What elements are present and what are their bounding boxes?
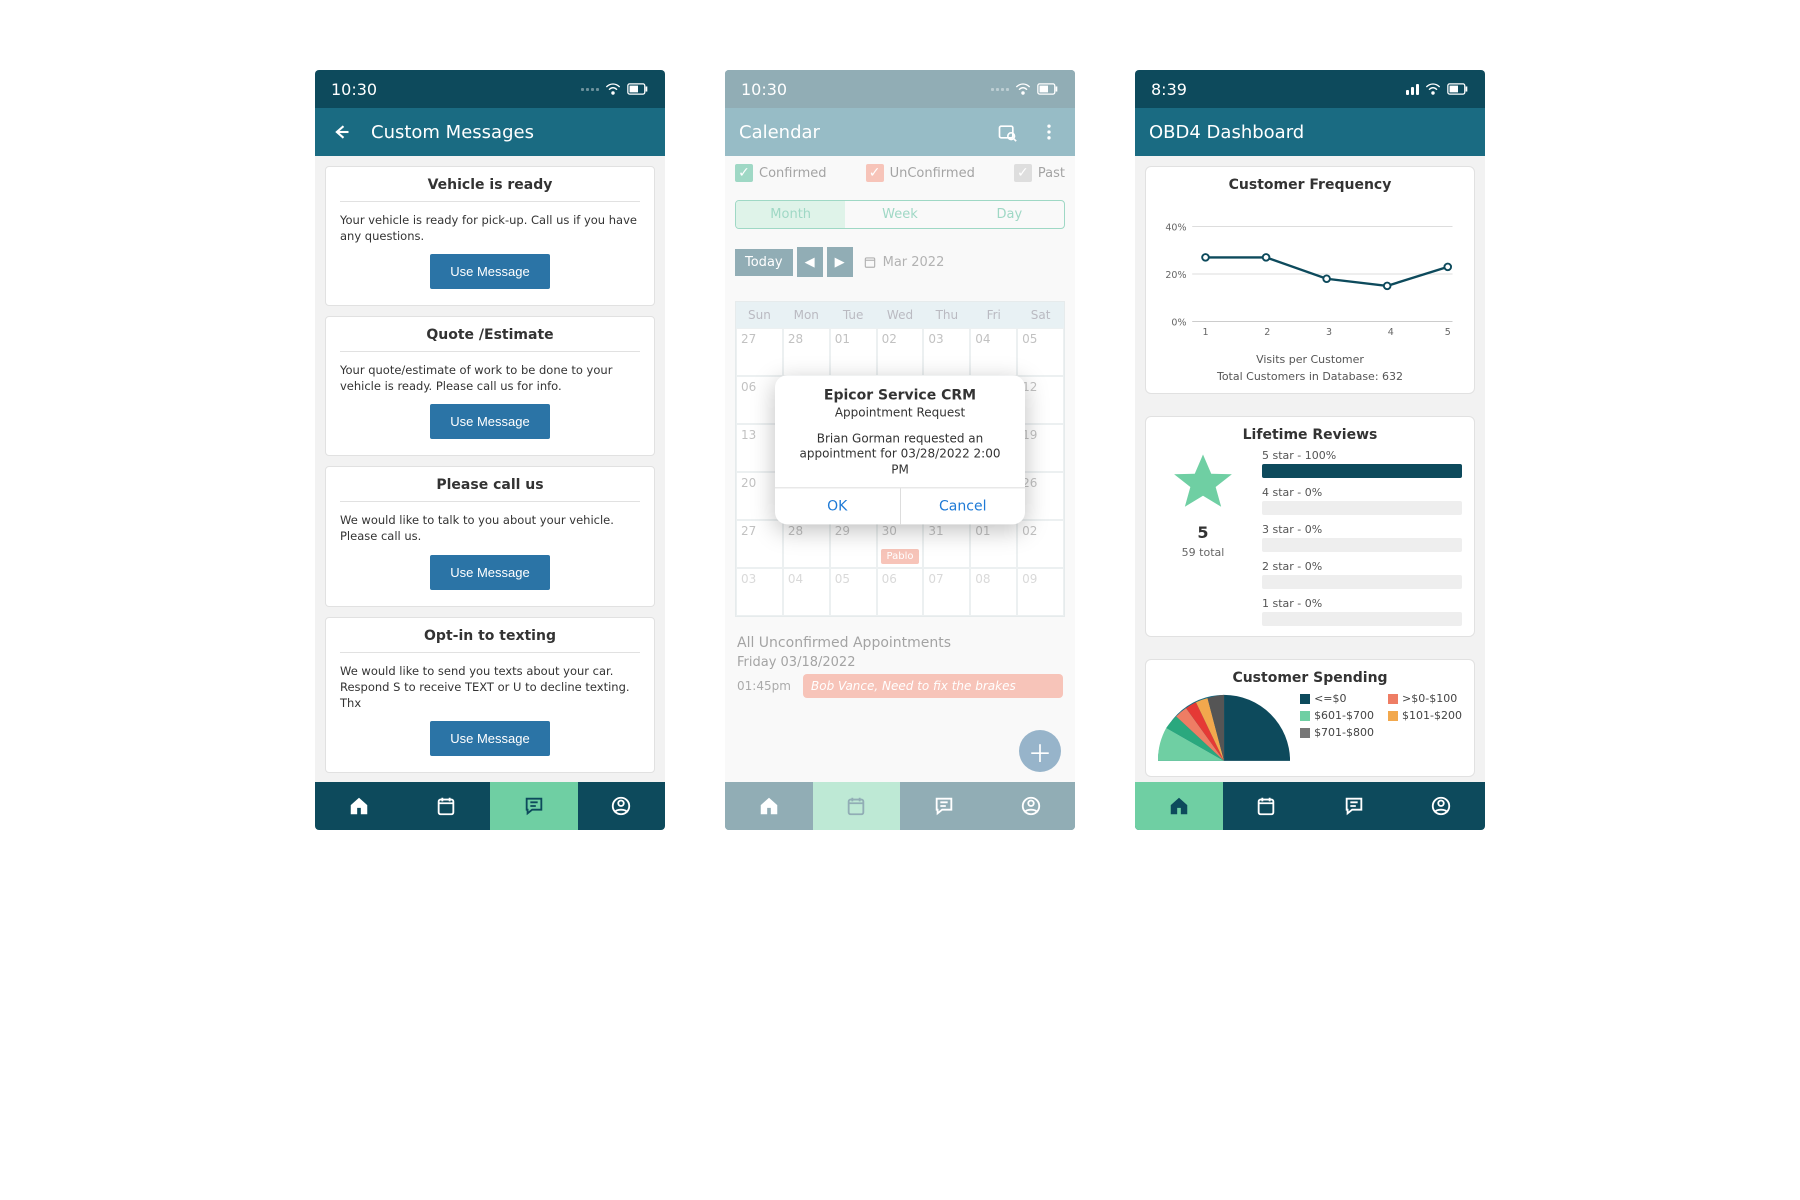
message-body: Your quote/estimate of work to be done t…	[340, 362, 640, 394]
back-arrow-icon[interactable]	[329, 120, 353, 144]
battery-icon	[1447, 83, 1469, 95]
svg-text:40%: 40%	[1165, 222, 1186, 233]
spending-title: Customer Spending	[1158, 670, 1462, 686]
use-message-button[interactable]: Use Message	[430, 254, 549, 289]
modal-ok-button[interactable]: OK	[775, 489, 901, 525]
nav-calendar[interactable]	[1223, 782, 1311, 830]
review-bar-label: 1 star - 0%	[1262, 597, 1462, 610]
nav-messages[interactable]	[1310, 782, 1398, 830]
nav-profile[interactable]	[578, 782, 666, 830]
svg-text:4: 4	[1388, 327, 1394, 338]
svg-text:20%: 20%	[1165, 270, 1186, 281]
legend-item: <=$0	[1300, 692, 1374, 705]
legend-item: $601-$700	[1300, 709, 1374, 722]
clock-time: 10:30	[331, 80, 377, 99]
svg-text:0%: 0%	[1171, 317, 1186, 328]
phone-dashboard: 8:39 OBD4 Dashboard Custom	[1135, 70, 1485, 830]
review-bar-row: 2 star - 0%	[1262, 560, 1462, 589]
svg-text:1: 1	[1202, 327, 1208, 338]
phone-custom-messages: 10:30 Custom Messages	[315, 70, 665, 830]
message-card: Please call us We would like to talk to …	[325, 466, 655, 606]
use-message-button[interactable]: Use Message	[430, 721, 549, 756]
legend-item: $701-$800	[1300, 726, 1374, 739]
appointment-request-modal: Epicor Service CRM Appointment Request B…	[775, 375, 1025, 524]
review-score-block: 5 59 total	[1158, 449, 1248, 626]
clock-time: 8:39	[1151, 80, 1187, 99]
review-bar-label: 3 star - 0%	[1262, 523, 1462, 536]
modal-line1: Appointment Request	[789, 405, 1011, 421]
bottom-nav	[315, 782, 665, 830]
status-bar: 10:30	[315, 70, 665, 108]
modal-title: Epicor Service CRM	[775, 387, 1025, 403]
chart-xlabel: Visits per Customer	[1158, 353, 1462, 366]
customer-spending-card: Customer Spending <=$0 >$0-$100 $601-$700 $…	[1145, 659, 1475, 777]
nav-profile[interactable]	[1398, 782, 1486, 830]
lifetime-reviews-card: Lifetime Reviews 5 59 total 5 star - 100…	[1145, 416, 1475, 637]
signal-dots-icon	[581, 88, 599, 91]
chart-footer: Total Customers in Database: 632	[1158, 370, 1462, 383]
spending-pie-chart	[1158, 692, 1290, 772]
signal-bars-icon	[1406, 84, 1419, 95]
message-title: Vehicle is ready	[340, 177, 640, 202]
message-body: We would like to send you texts about yo…	[340, 663, 640, 711]
page-header: OBD4 Dashboard	[1135, 108, 1485, 156]
review-score: 5	[1197, 523, 1208, 542]
nav-home[interactable]	[1135, 782, 1223, 830]
svg-text:5: 5	[1445, 327, 1451, 338]
modal-line2: Brian Gorman requested an appointment fo…	[789, 431, 1011, 478]
page-title: OBD4 Dashboard	[1149, 122, 1471, 143]
review-bar-label: 4 star - 0%	[1262, 486, 1462, 499]
review-total: 59 total	[1182, 546, 1225, 559]
message-title: Opt-in to texting	[340, 628, 640, 653]
nav-home[interactable]	[315, 782, 403, 830]
message-body: Your vehicle is ready for pick-up. Call …	[340, 212, 640, 244]
review-bar-row: 3 star - 0%	[1262, 523, 1462, 552]
phone-calendar: 10:30 Calendar	[725, 70, 1075, 830]
review-bar-label: 2 star - 0%	[1262, 560, 1462, 573]
review-bar-row: 4 star - 0%	[1262, 486, 1462, 515]
message-title: Quote /Estimate	[340, 327, 640, 352]
bottom-nav	[1135, 782, 1485, 830]
reviews-title: Lifetime Reviews	[1158, 427, 1462, 443]
review-bar-row: 1 star - 0%	[1262, 597, 1462, 626]
use-message-button[interactable]: Use Message	[430, 555, 549, 590]
star-icon	[1168, 449, 1238, 515]
message-body: We would like to talk to you about your …	[340, 512, 640, 544]
page-title: Custom Messages	[371, 122, 651, 143]
nav-calendar[interactable]	[403, 782, 491, 830]
review-bar-row: 5 star - 100%	[1262, 449, 1462, 478]
frequency-line-chart: 40% 20% 0% 1 2 3 4 5	[1158, 199, 1462, 349]
message-card: Quote /Estimate Your quote/estimate of w…	[325, 316, 655, 456]
nav-messages[interactable]	[490, 782, 578, 830]
chart-title: Customer Frequency	[1158, 177, 1462, 193]
battery-icon	[627, 83, 649, 95]
legend-item: >$0-$100	[1388, 692, 1462, 705]
wifi-icon	[1425, 83, 1441, 95]
wifi-icon	[605, 83, 621, 95]
status-bar: 8:39	[1135, 70, 1485, 108]
message-title: Please call us	[340, 477, 640, 502]
customer-frequency-card: Customer Frequency 40% 20% 0% 1 2 3	[1145, 166, 1475, 394]
message-card: Vehicle is ready Your vehicle is ready f…	[325, 166, 655, 306]
svg-text:2: 2	[1264, 327, 1270, 338]
review-bars: 5 star - 100% 4 star - 0% 3 star - 0% 2 sta…	[1262, 449, 1462, 626]
modal-cancel-button[interactable]: Cancel	[901, 489, 1026, 525]
page-header: Custom Messages	[315, 108, 665, 156]
use-message-button[interactable]: Use Message	[430, 404, 549, 439]
svg-text:3: 3	[1326, 327, 1332, 338]
spending-legend: <=$0 >$0-$100 $601-$700 $101-$200 $701-$800	[1300, 692, 1462, 739]
message-card: Opt-in to texting We would like to send …	[325, 617, 655, 773]
review-bar-label: 5 star - 100%	[1262, 449, 1462, 462]
legend-item: $101-$200	[1388, 709, 1462, 722]
